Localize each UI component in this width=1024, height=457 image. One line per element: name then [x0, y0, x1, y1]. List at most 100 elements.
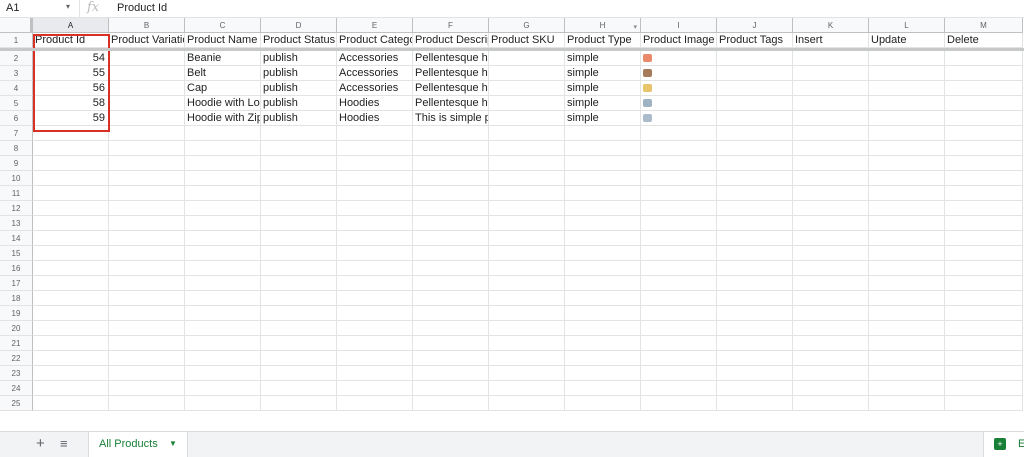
- grid-cell[interactable]: [109, 81, 185, 96]
- grid-cell[interactable]: [489, 171, 565, 186]
- grid-cell[interactable]: [337, 216, 413, 231]
- grid-cell[interactable]: [337, 246, 413, 261]
- grid-cell[interactable]: [33, 156, 109, 171]
- grid-cell[interactable]: [33, 276, 109, 291]
- header-cell[interactable]: Product Tags: [717, 33, 793, 48]
- grid-cell[interactable]: [185, 201, 261, 216]
- column-header-i[interactable]: I: [641, 18, 717, 33]
- grid-cell[interactable]: [413, 381, 489, 396]
- grid-cell[interactable]: [489, 186, 565, 201]
- grid-cell[interactable]: [185, 141, 261, 156]
- grid-cell[interactable]: [793, 381, 869, 396]
- grid-cell[interactable]: [185, 186, 261, 201]
- grid-cell[interactable]: [565, 201, 641, 216]
- grid-cell[interactable]: [641, 321, 717, 336]
- grid-cell[interactable]: Hoodie with Logo: [185, 96, 261, 111]
- grid-cell[interactable]: [945, 156, 1023, 171]
- grid-cell[interactable]: [565, 381, 641, 396]
- row-header[interactable]: 9: [0, 156, 33, 171]
- grid-cell[interactable]: [869, 51, 945, 66]
- grid-cell[interactable]: [717, 306, 793, 321]
- grid-cell[interactable]: [261, 321, 337, 336]
- grid-cell[interactable]: [717, 141, 793, 156]
- grid-cell[interactable]: [413, 231, 489, 246]
- grid-cell[interactable]: [109, 111, 185, 126]
- grid-cell[interactable]: [717, 246, 793, 261]
- chevron-down-icon[interactable]: ▾: [66, 2, 70, 11]
- grid-cell[interactable]: [489, 246, 565, 261]
- grid-cell[interactable]: [793, 111, 869, 126]
- grid-cell[interactable]: [185, 291, 261, 306]
- grid-cell[interactable]: [641, 351, 717, 366]
- header-cell[interactable]: Product Type: [565, 33, 641, 48]
- row-header[interactable]: 8: [0, 141, 33, 156]
- explore-button[interactable]: + E: [983, 432, 1024, 457]
- grid-cell[interactable]: [489, 126, 565, 141]
- grid-cell[interactable]: [261, 216, 337, 231]
- grid-cell[interactable]: [33, 396, 109, 411]
- grid-cell[interactable]: [869, 321, 945, 336]
- grid-cell[interactable]: [109, 51, 185, 66]
- grid-cell[interactable]: Accessories: [337, 66, 413, 81]
- grid-cell[interactable]: [337, 186, 413, 201]
- grid-cell[interactable]: [869, 246, 945, 261]
- grid-cell[interactable]: 56: [33, 81, 109, 96]
- grid-cell[interactable]: [641, 216, 717, 231]
- grid-cell[interactable]: Pellentesque habitant morbi tristic: [413, 66, 489, 81]
- grid-cell[interactable]: [489, 156, 565, 171]
- grid-cell[interactable]: [717, 66, 793, 81]
- grid-cell[interactable]: [413, 291, 489, 306]
- grid-cell[interactable]: Beanie: [185, 51, 261, 66]
- grid-cell[interactable]: [413, 216, 489, 231]
- grid-cell[interactable]: [641, 51, 717, 66]
- grid-cell[interactable]: [489, 201, 565, 216]
- grid-cell[interactable]: [33, 321, 109, 336]
- row-header[interactable]: 4: [0, 81, 33, 96]
- row-header[interactable]: 19: [0, 306, 33, 321]
- grid-cell[interactable]: [413, 171, 489, 186]
- grid-cell[interactable]: simple: [565, 81, 641, 96]
- grid-cell[interactable]: [489, 66, 565, 81]
- grid-cell[interactable]: [413, 351, 489, 366]
- grid-cell[interactable]: [565, 246, 641, 261]
- grid-cell[interactable]: [717, 381, 793, 396]
- grid-cell[interactable]: 59: [33, 111, 109, 126]
- grid-cell[interactable]: [565, 261, 641, 276]
- grid-cell[interactable]: [109, 306, 185, 321]
- grid-cell[interactable]: [413, 321, 489, 336]
- row-header[interactable]: 16: [0, 261, 33, 276]
- grid-cell[interactable]: [945, 51, 1023, 66]
- grid-cell[interactable]: [109, 321, 185, 336]
- grid-cell[interactable]: Accessories: [337, 51, 413, 66]
- grid-cell[interactable]: [185, 321, 261, 336]
- grid-cell[interactable]: [717, 291, 793, 306]
- grid-cell[interactable]: [793, 291, 869, 306]
- row-header[interactable]: 10: [0, 171, 33, 186]
- grid-cell[interactable]: [109, 396, 185, 411]
- grid-cell[interactable]: [109, 96, 185, 111]
- grid-cell[interactable]: [261, 291, 337, 306]
- row-header[interactable]: 15: [0, 246, 33, 261]
- grid-cell[interactable]: [945, 366, 1023, 381]
- grid-cell[interactable]: [565, 336, 641, 351]
- grid-cell[interactable]: [109, 276, 185, 291]
- grid-cell[interactable]: [793, 156, 869, 171]
- grid-cell[interactable]: [945, 321, 1023, 336]
- grid-cell[interactable]: [793, 276, 869, 291]
- grid-cell[interactable]: [793, 336, 869, 351]
- grid-cell[interactable]: [793, 81, 869, 96]
- column-header-m[interactable]: M: [945, 18, 1023, 33]
- grid-cell[interactable]: [33, 186, 109, 201]
- grid-cell[interactable]: [261, 231, 337, 246]
- grid-cell[interactable]: [565, 306, 641, 321]
- grid-cell[interactable]: [337, 366, 413, 381]
- grid-cell[interactable]: [109, 231, 185, 246]
- grid-cell[interactable]: [641, 141, 717, 156]
- grid-cell[interactable]: [945, 291, 1023, 306]
- grid-cell[interactable]: [945, 171, 1023, 186]
- grid-cell[interactable]: This is simple product: [413, 111, 489, 126]
- grid-cell[interactable]: [945, 186, 1023, 201]
- grid-cell[interactable]: [489, 306, 565, 321]
- grid-cell[interactable]: [413, 276, 489, 291]
- grid-cell[interactable]: [261, 381, 337, 396]
